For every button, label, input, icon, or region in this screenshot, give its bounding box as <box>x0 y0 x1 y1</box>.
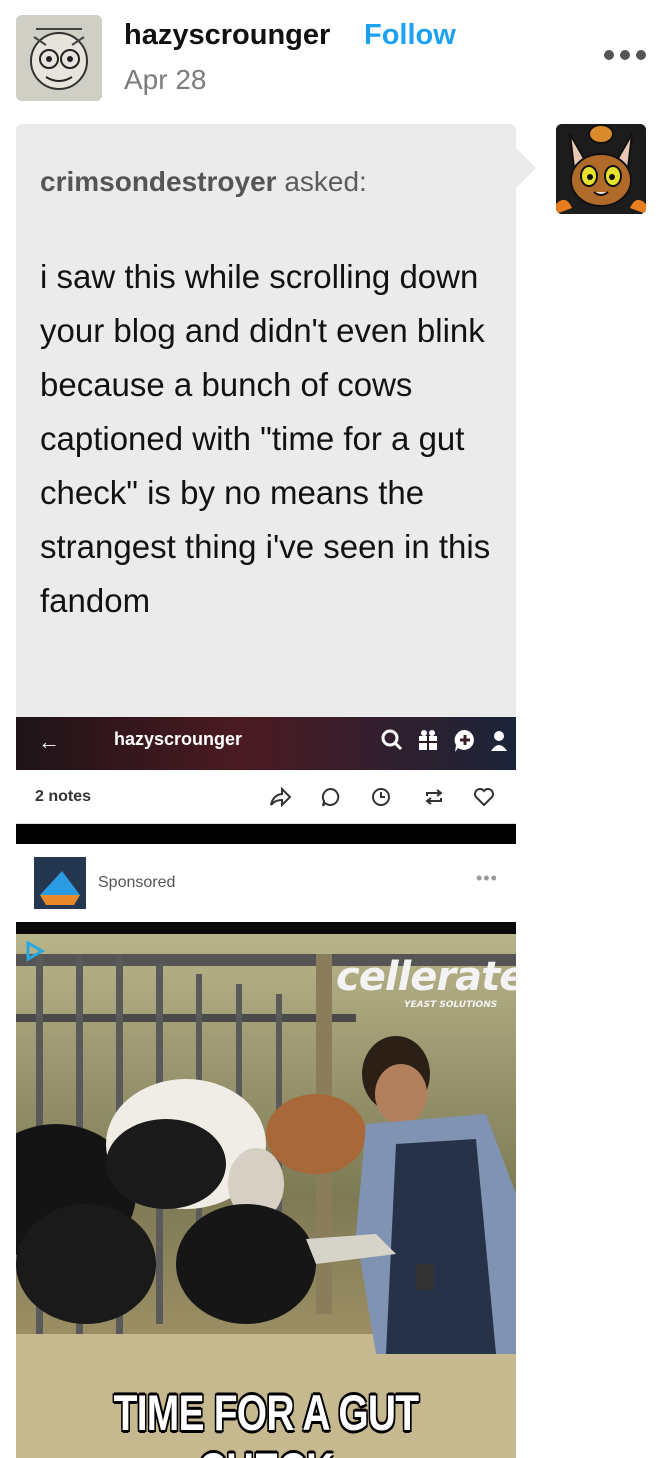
notes-count: 2 notes <box>35 788 92 805</box>
cat-avatar-image <box>556 124 646 214</box>
ad-caption: TIME FOR A GUT CHECK <box>113 1385 419 1458</box>
sponsor-logo <box>34 857 86 909</box>
account-icon <box>491 731 507 751</box>
sponsor-row: Sponsored ••• <box>16 844 516 922</box>
embed-nav-bar: ← hazyscrounger <box>16 717 516 770</box>
more-options-button[interactable] <box>600 42 650 66</box>
divider-bar <box>16 824 516 844</box>
blog-avatar[interactable] <box>16 15 102 101</box>
embedded-screenshot: ← hazyscrounger 2 notes Sponsored ••• ce… <box>16 717 516 1458</box>
reblog-icon <box>425 789 443 805</box>
brand-logo-text: cellerate <box>336 954 516 1000</box>
clock-icon <box>372 788 390 806</box>
asker-name[interactable]: crimsondestroyer <box>40 166 277 197</box>
follow-button[interactable]: Follow <box>364 19 456 52</box>
ask-question: i saw this while scrolling down your blo… <box>40 258 491 619</box>
divider-bar-2 <box>16 922 516 934</box>
cows-farmer-photo <box>16 934 516 1458</box>
sponsor-more-icon: ••• <box>476 868 498 888</box>
play-icon <box>26 940 46 962</box>
back-arrow-icon: ← <box>38 729 60 754</box>
asker-avatar[interactable] <box>556 124 646 214</box>
heart-icon <box>474 788 494 807</box>
embed-blog-name: hazyscrounger <box>114 729 243 749</box>
plus-bubble-icon <box>454 729 474 752</box>
ad-image: cellerate YEAST SOLUTIONS TIME FOR A GUT… <box>16 934 516 1458</box>
asked-label: asked: <box>284 166 367 197</box>
reply-icon <box>321 787 340 807</box>
post-date: Apr 28 <box>124 64 207 95</box>
blog-name[interactable]: hazyscrounger <box>124 19 330 52</box>
embed-notes-row: 2 notes <box>16 770 516 824</box>
bubble-tail <box>514 146 536 190</box>
sponsored-label: Sponsored <box>98 874 176 891</box>
more-icon <box>604 50 614 60</box>
share-icon <box>270 786 292 808</box>
asker-line: crimsondestroyer asked: <box>40 166 367 198</box>
brand-subtitle: YEAST SOLUTIONS <box>404 1000 498 1010</box>
search-icon <box>381 729 403 751</box>
gift-icon <box>419 730 437 750</box>
sketch-avatar-image <box>16 15 102 101</box>
